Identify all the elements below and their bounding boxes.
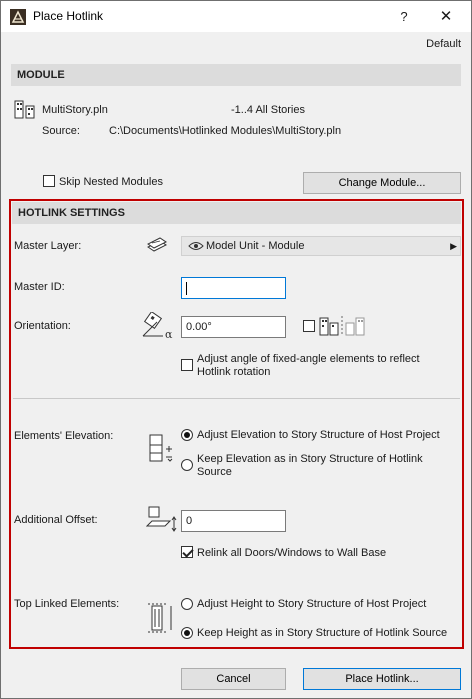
dropdown-arrow-icon: ▶ xyxy=(450,241,457,251)
elevation-keep-radio[interactable] xyxy=(181,459,193,471)
adjust-angle-label-line2: Hotlink rotation xyxy=(197,366,271,378)
master-layer-label: Master Layer: xyxy=(14,240,82,252)
multistory-module-icon xyxy=(14,100,35,119)
story-elevation-icon xyxy=(149,434,173,462)
place-hotlink-dialog: Place Hotlink ? ✕ Default MODULE MultiSt… xyxy=(0,0,472,699)
top-adjust-radio[interactable] xyxy=(181,598,193,610)
cancel-button[interactable]: Cancel xyxy=(181,668,286,690)
rotation-angle-icon: α xyxy=(142,312,173,340)
dialog-title: Place Hotlink xyxy=(33,9,104,23)
elevation-label: Elements' Elevation: xyxy=(14,430,114,442)
skip-nested-label: Skip Nested Modules xyxy=(59,176,163,188)
elevation-keep-label-line1: Keep Elevation as in Story Structure of … xyxy=(197,453,423,465)
change-module-button[interactable]: Change Module... xyxy=(303,172,461,194)
close-button[interactable]: ✕ xyxy=(425,5,467,29)
mirror-checkbox[interactable] xyxy=(303,320,315,332)
master-layer-dropdown[interactable]: Model Unit - Module ▶ xyxy=(181,236,461,256)
master-layer-value: Model Unit - Module xyxy=(206,240,305,252)
archicad-app-icon xyxy=(10,9,26,25)
top-linked-label: Top Linked Elements: xyxy=(14,598,120,610)
mirror-icon xyxy=(319,316,365,336)
elevation-adjust-radio[interactable] xyxy=(181,429,193,441)
skip-nested-checkbox[interactable] xyxy=(43,175,55,187)
relink-label: Relink all Doors/Windows to Wall Base xyxy=(197,547,387,559)
eye-icon xyxy=(188,242,204,250)
section-divider xyxy=(13,398,460,399)
adjust-angle-label-line1: Adjust angle of fixed-angle elements to … xyxy=(197,353,420,365)
source-path: C:\Documents\Hotlinked Modules\MultiStor… xyxy=(109,125,342,137)
text-caret xyxy=(186,281,187,295)
orientation-label: Orientation: xyxy=(14,320,71,332)
vertical-offset-icon xyxy=(146,506,177,532)
offset-input[interactable]: 0 xyxy=(181,510,286,532)
top-adjust-label: Adjust Height to Story Structure of Host… xyxy=(197,598,427,610)
layers-icon xyxy=(147,237,167,252)
master-id-input[interactable] xyxy=(181,277,286,299)
top-linked-height-icon xyxy=(148,603,172,633)
elevation-keep-label-line2: Source xyxy=(197,466,232,478)
place-hotlink-button[interactable]: Place Hotlink... xyxy=(303,668,461,690)
source-label: Source: xyxy=(42,125,80,137)
hotlink-settings-highlight xyxy=(9,199,464,649)
top-keep-radio[interactable] xyxy=(181,627,193,639)
offset-label: Additional Offset: xyxy=(14,514,98,526)
elevation-adjust-label: Adjust Elevation to Story Structure of H… xyxy=(197,429,440,441)
module-section-header[interactable]: MODULE xyxy=(11,64,461,86)
help-button[interactable]: ? xyxy=(385,5,423,29)
relink-checkbox[interactable] xyxy=(181,546,193,558)
hotlink-settings-header[interactable]: HOTLINK SETTINGS xyxy=(12,202,461,224)
master-id-label: Master ID: xyxy=(14,281,65,293)
adjust-angle-checkbox[interactable] xyxy=(181,359,193,371)
orientation-input[interactable]: 0.00° xyxy=(181,316,286,338)
title-bar: Place Hotlink ? ✕ xyxy=(1,1,471,32)
module-stories: -1..4 All Stories xyxy=(231,104,305,116)
default-link[interactable]: Default xyxy=(426,38,461,50)
module-file-name: MultiStory.pln xyxy=(42,104,108,116)
svg-text:α: α xyxy=(165,328,173,340)
top-keep-label: Keep Height as in Story Structure of Hot… xyxy=(197,627,448,639)
